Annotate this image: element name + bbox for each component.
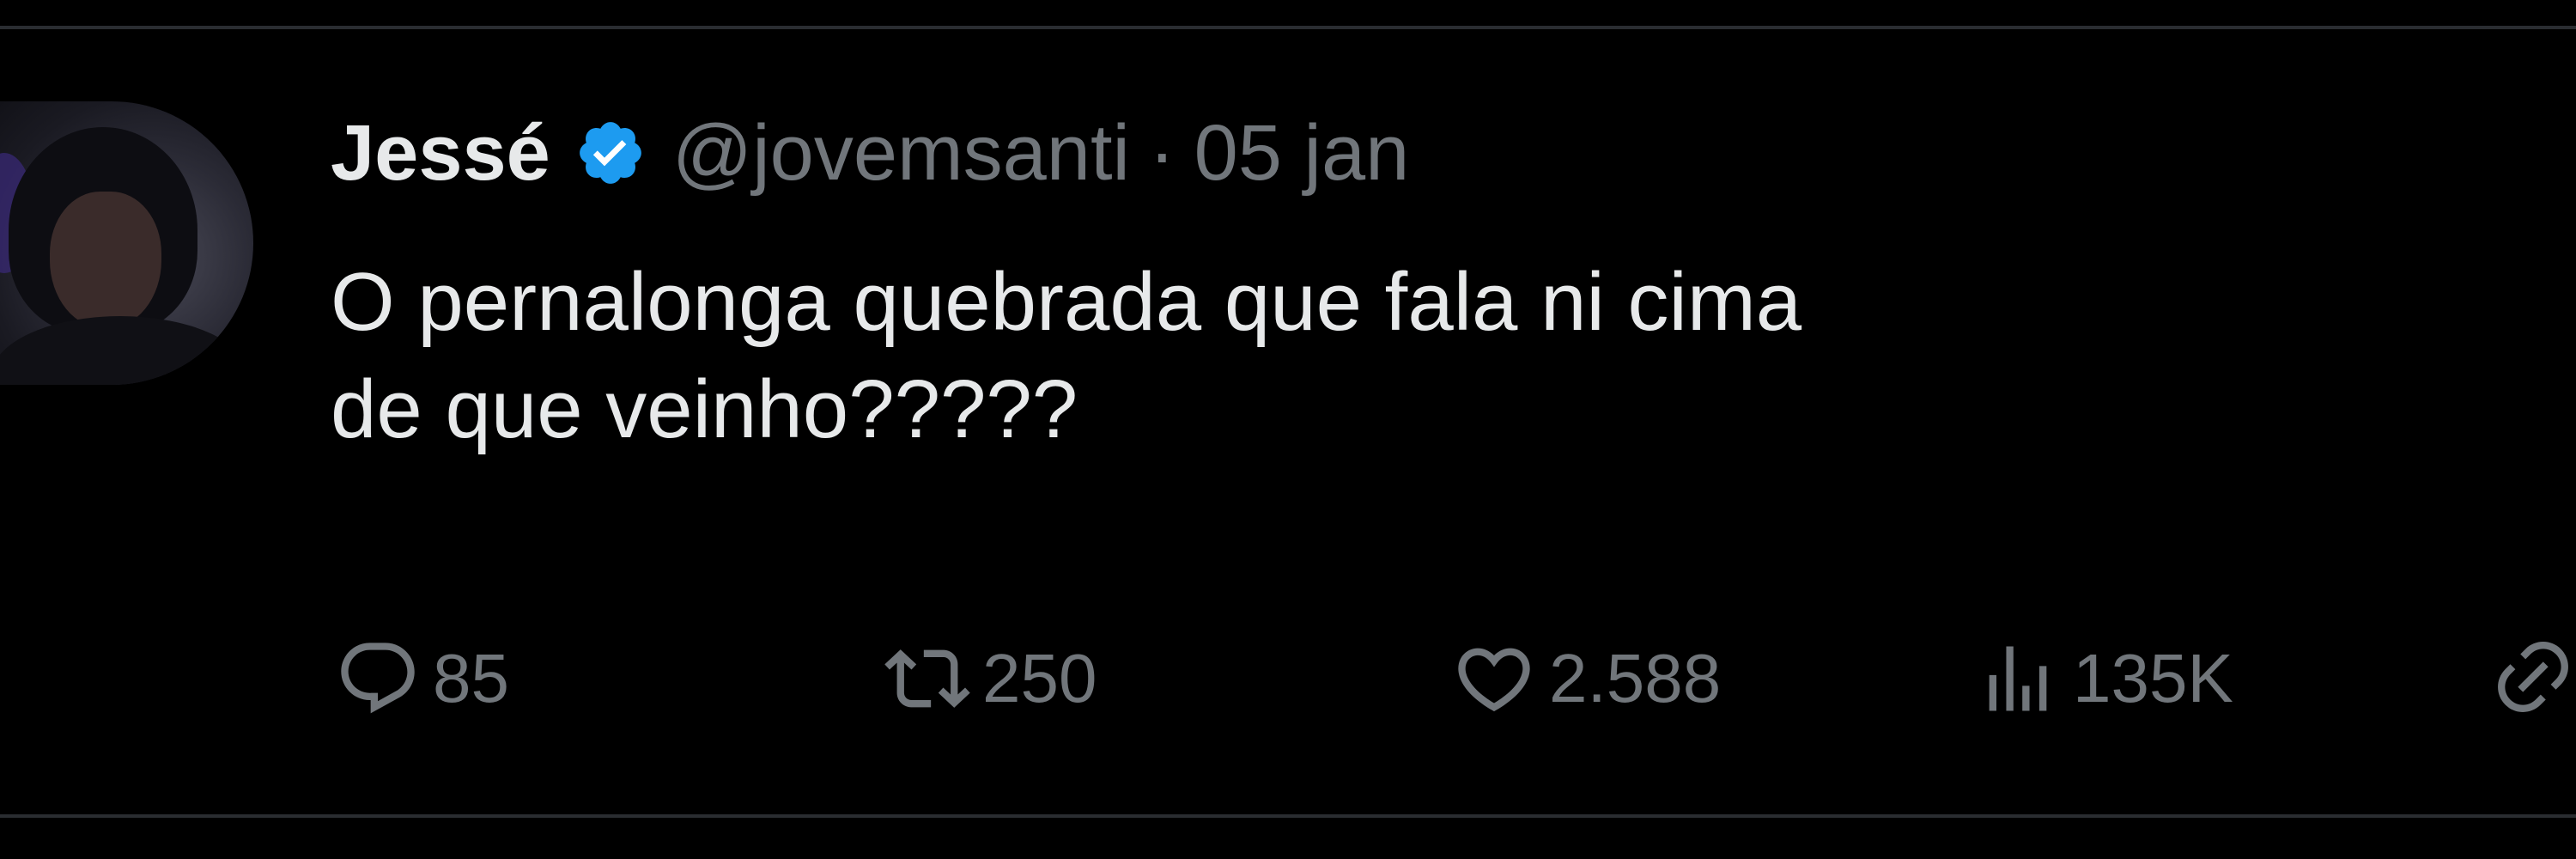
tweet-date[interactable]: 05 jan — [1194, 108, 1410, 198]
view-count: 135K — [2073, 640, 2233, 716]
bar-chart-icon — [1989, 646, 2047, 711]
author-handle[interactable]: @jovemsanti — [672, 108, 1130, 198]
heart-icon — [1458, 648, 1530, 712]
tweet-text: O pernalonga quebrada que fala ni cima d… — [331, 256, 1802, 455]
retweet-arrows-icon — [884, 649, 970, 708]
avatar[interactable] — [0, 101, 253, 385]
share-icon — [2498, 641, 2568, 712]
like-count: 2.588 — [1549, 640, 1722, 716]
author-name[interactable]: Jessé — [331, 108, 550, 198]
reply-count: 85 — [433, 640, 509, 716]
tweet-actions: 85 250 2.588 135K — [335, 631, 2576, 726]
share-button[interactable] — [2490, 634, 2576, 724]
header-separator: · — [1148, 108, 1176, 197]
bottom-divider — [0, 814, 2576, 818]
avatar-body — [0, 316, 249, 385]
like-button[interactable]: 2.588 — [1451, 636, 1975, 722]
tweet-header: Jessé @jovemsanti · 05 jan — [331, 101, 1409, 204]
speech-bubble-icon — [341, 643, 415, 714]
avatar-face — [50, 192, 161, 329]
reply-button[interactable]: 85 — [335, 636, 884, 722]
verified-badge-icon — [579, 122, 641, 184]
views-button[interactable]: 135K — [1975, 636, 2490, 722]
retweet-button[interactable]: 250 — [884, 636, 1451, 722]
retweet-count: 250 — [982, 640, 1097, 716]
top-divider — [0, 26, 2576, 29]
